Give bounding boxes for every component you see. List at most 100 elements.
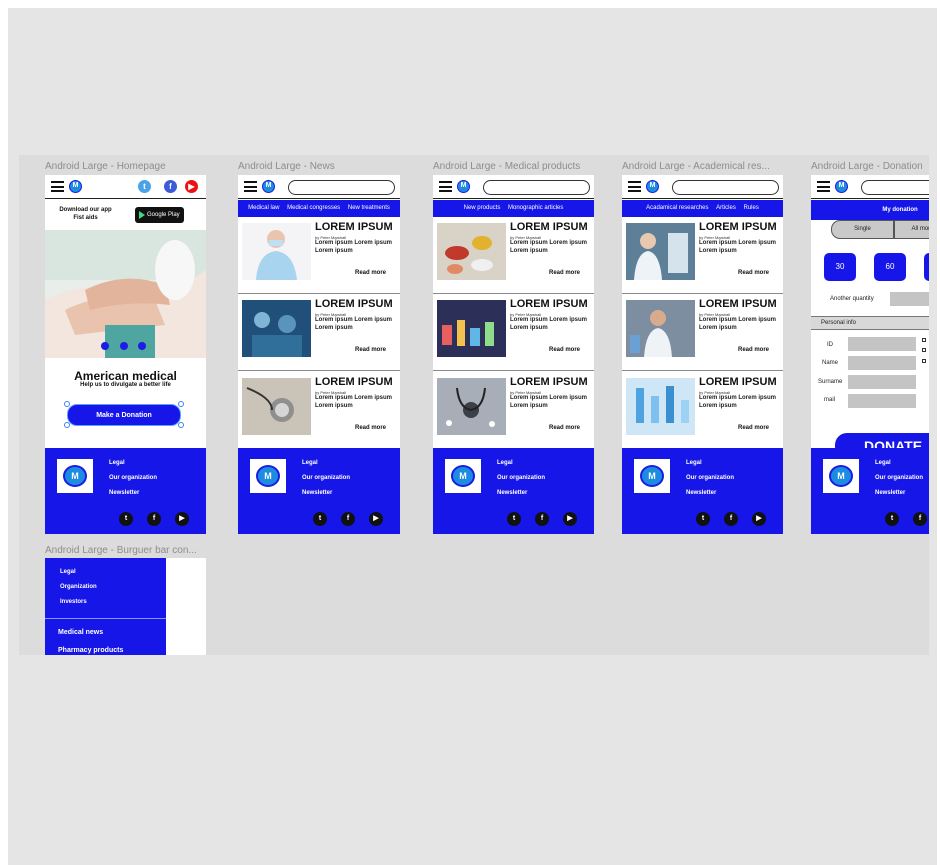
checkbox[interactable] [922, 338, 926, 342]
tab-medical-congresses[interactable]: Medical congresses [287, 205, 340, 211]
tab-monographic-articles[interactable]: Monographic articles [508, 205, 563, 211]
footer-link-newsletter[interactable]: Newsletter [686, 490, 716, 496]
footer-link-organization[interactable]: Our organization [497, 475, 545, 481]
hamburger-icon[interactable] [244, 181, 257, 192]
footer-link-newsletter[interactable]: Newsletter [302, 490, 332, 496]
youtube-icon[interactable]: ▶ [175, 512, 189, 526]
frame-academic[interactable]: M Acadamical researches Articles Rules L… [622, 175, 783, 534]
facebook-icon[interactable]: f [913, 512, 927, 526]
facebook-icon[interactable]: f [724, 512, 738, 526]
footer-link-organization[interactable]: Our organization [686, 475, 734, 481]
search-input[interactable] [861, 180, 929, 195]
google-play-badge[interactable]: Google Play [135, 207, 184, 223]
tab-rules[interactable]: Rules [744, 205, 759, 211]
checkbox[interactable] [922, 348, 926, 352]
read-more-link[interactable]: Read more [549, 347, 580, 353]
tab-medical-law[interactable]: Medical law [248, 205, 279, 211]
name-input[interactable] [848, 356, 916, 370]
logo-icon[interactable]: M [646, 180, 659, 193]
footer-link-legal[interactable]: Legal [109, 460, 125, 466]
facebook-icon[interactable]: f [147, 512, 161, 526]
logo-icon[interactable]: M [457, 180, 470, 193]
search-input[interactable] [288, 180, 395, 195]
carousel-dot[interactable] [120, 342, 128, 350]
article-card[interactable]: LOREM IPSUM by Peter Marshall Lorem ipsu… [433, 295, 594, 371]
surname-input[interactable] [848, 375, 916, 389]
menu-item-medical-news[interactable]: Medical news [58, 629, 103, 636]
twitter-icon[interactable]: t [696, 512, 710, 526]
article-card[interactable]: LOREM IPSUM by Peter Marshall Lorem ipsu… [238, 373, 400, 449]
footer-link-legal[interactable]: Legal [875, 460, 891, 466]
tab-new-treatments[interactable]: New treatments [348, 205, 390, 211]
facebook-icon[interactable]: f [341, 512, 355, 526]
footer-link-organization[interactable]: Our organization [302, 475, 350, 481]
twitter-icon[interactable]: t [507, 512, 521, 526]
segment-all-month[interactable]: All month [894, 220, 929, 239]
frame-medical-products[interactable]: M New products Monographic articles LORE… [433, 175, 594, 534]
article-card[interactable]: LOREM IPSUM by Peter Marshall Lorem ipsu… [622, 295, 783, 371]
mail-input[interactable] [848, 394, 916, 408]
twitter-icon[interactable]: t [138, 180, 151, 193]
menu-item-investors[interactable]: Investors [60, 599, 87, 605]
article-card[interactable]: LOREM IPSUM by Peter Marshall Lorem ipsu… [238, 218, 400, 294]
logo-icon[interactable]: M [262, 180, 275, 193]
hamburger-icon[interactable] [439, 181, 452, 192]
twitter-icon[interactable]: t [119, 512, 133, 526]
hamburger-icon[interactable] [817, 181, 830, 192]
amount-button[interactable] [924, 253, 929, 281]
search-input[interactable] [672, 180, 779, 195]
hamburger-icon[interactable] [628, 181, 641, 192]
tab-new-products[interactable]: New products [464, 205, 501, 211]
checkbox[interactable] [922, 359, 926, 363]
footer-link-organization[interactable]: Our organization [109, 475, 157, 481]
menu-item-pharmacy-products[interactable]: Pharmacy products [58, 647, 123, 654]
read-more-link[interactable]: Read more [738, 270, 769, 276]
footer-link-newsletter[interactable]: Newsletter [109, 490, 139, 496]
make-donation-button[interactable]: Make a Donation [67, 404, 181, 426]
hamburger-icon[interactable] [51, 181, 64, 192]
article-card[interactable]: LOREM IPSUM by Peter Marshall Lorem ipsu… [433, 373, 594, 449]
footer-link-newsletter[interactable]: Newsletter [497, 490, 527, 496]
frame-burger-menu[interactable]: Legal Organization Investors Medical new… [45, 558, 206, 655]
footer-link-organization[interactable]: Our organization [875, 475, 923, 481]
read-more-link[interactable]: Read more [549, 270, 580, 276]
read-more-link[interactable]: Read more [549, 425, 580, 431]
article-card[interactable]: LOREM IPSUM by Peter Marshall Lorem ipsu… [622, 373, 783, 449]
footer-link-newsletter[interactable]: Newsletter [875, 490, 905, 496]
youtube-icon[interactable]: ▶ [563, 512, 577, 526]
carousel-dot[interactable] [101, 342, 109, 350]
segment-single[interactable]: Single [831, 220, 894, 239]
facebook-icon[interactable]: f [535, 512, 549, 526]
id-input[interactable] [848, 337, 916, 351]
youtube-icon[interactable]: ▶ [752, 512, 766, 526]
amount-30-button[interactable]: 30 [824, 253, 856, 281]
menu-item-organization[interactable]: Organization [60, 584, 97, 590]
logo-icon[interactable]: M [69, 180, 82, 193]
read-more-link[interactable]: Read more [738, 425, 769, 431]
amount-60-button[interactable]: 60 [874, 253, 906, 281]
menu-item-legal[interactable]: Legal [60, 569, 76, 575]
frame-donation[interactable]: M My donation Single All month 30 60 Ano… [811, 175, 929, 534]
twitter-icon[interactable]: t [885, 512, 899, 526]
footer-link-legal[interactable]: Legal [686, 460, 702, 466]
footer-link-legal[interactable]: Legal [497, 460, 513, 466]
carousel-dot[interactable] [138, 342, 146, 350]
read-more-link[interactable]: Read more [738, 347, 769, 353]
youtube-icon[interactable]: ▶ [185, 180, 198, 193]
article-card[interactable]: LOREM IPSUM by Peter Marshall Lorem ipsu… [433, 218, 594, 294]
another-quantity-input[interactable] [890, 292, 929, 306]
tab-articles[interactable]: Articles [716, 205, 736, 211]
frame-homepage[interactable]: M t f ▶ Download our app Fist aids Googl… [45, 175, 206, 534]
facebook-icon[interactable]: f [164, 180, 177, 193]
article-card[interactable]: LOREM IPSUM by Peter Marshall Lorem ipsu… [238, 295, 400, 371]
footer-link-legal[interactable]: Legal [302, 460, 318, 466]
logo-icon[interactable]: M [835, 180, 848, 193]
search-input[interactable] [483, 180, 590, 195]
tab-academical-researches[interactable]: Acadamical researches [646, 205, 708, 211]
read-more-link[interactable]: Read more [355, 425, 386, 431]
youtube-icon[interactable]: ▶ [369, 512, 383, 526]
read-more-link[interactable]: Read more [355, 270, 386, 276]
read-more-link[interactable]: Read more [355, 347, 386, 353]
twitter-icon[interactable]: t [313, 512, 327, 526]
frame-news[interactable]: M Medical law Medical congresses New tre… [238, 175, 400, 534]
